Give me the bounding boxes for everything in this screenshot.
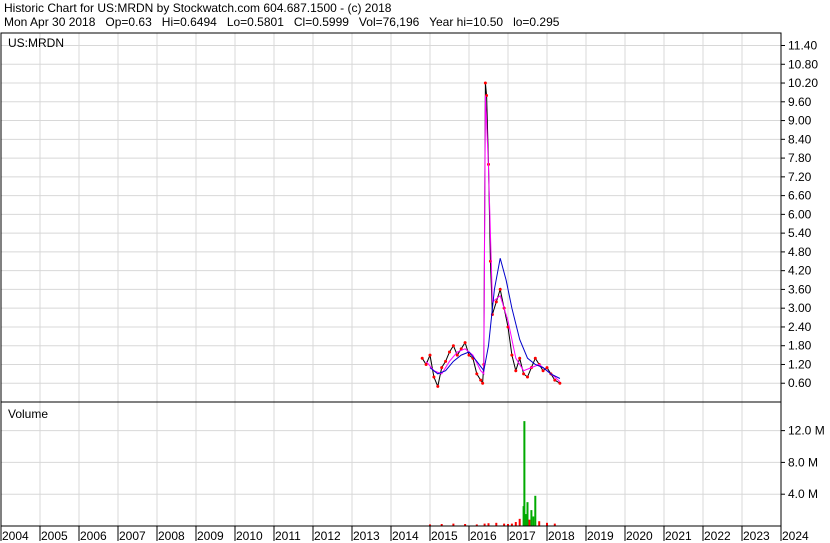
x-tick-label: 2005 — [41, 529, 68, 543]
price-point — [518, 356, 522, 360]
price-point — [558, 381, 562, 385]
x-tick-label: 2012 — [314, 529, 341, 543]
y-tick-label: 9.60 — [788, 95, 812, 109]
price-point — [467, 353, 471, 357]
y-tick-label: 3.60 — [788, 282, 812, 296]
volume-tick-label: 4.0 M — [788, 487, 818, 501]
x-tick-label: 2013 — [353, 529, 380, 543]
x-tick-label: 2020 — [626, 529, 653, 543]
y-tick-label: 1.20 — [788, 357, 812, 371]
price-point — [448, 350, 451, 354]
ma-short-line — [425, 95, 561, 383]
x-tick-label: 2017 — [509, 529, 536, 543]
price-point — [494, 300, 498, 304]
y-tick-label: 5.40 — [788, 226, 812, 240]
y-tick-label: 8.40 — [788, 132, 812, 146]
price-point — [455, 353, 459, 357]
volume-tick-label: 12.0 M — [788, 424, 825, 438]
price-point — [420, 356, 424, 360]
y-tick-label: 3.00 — [788, 301, 812, 315]
price-point — [526, 375, 529, 379]
x-tick-label: 2011 — [275, 529, 301, 543]
price-point — [553, 378, 557, 382]
x-tick-label: 2006 — [80, 529, 107, 543]
stock-chart: US:MRDN Volume 11.40 10.80 10.20 9.60 9.00 8.… — [0, 32, 825, 543]
price-point — [475, 372, 479, 376]
x-tick-label: 2023 — [743, 529, 770, 543]
price-point — [541, 369, 545, 373]
x-tick-label: 2004 — [2, 529, 29, 543]
price-point — [424, 362, 428, 366]
x-tick-label: 2016 — [470, 529, 497, 543]
price-point — [444, 359, 448, 363]
y-tick-label: 1.80 — [788, 339, 812, 353]
x-tick-label: 2009 — [197, 529, 224, 543]
y-tick-label: 10.80 — [788, 57, 818, 71]
volume-y-axis: 12.0 M 8.0 M 4.0 M — [781, 424, 825, 501]
volume-bars — [429, 421, 556, 526]
x-tick-label: 2014 — [392, 529, 419, 543]
volume-tick-label: 8.0 M — [788, 455, 818, 469]
x-tick-label: 2008 — [158, 529, 185, 543]
x-tick-label: 2024 — [782, 529, 809, 543]
price-point — [483, 81, 487, 85]
y-tick-label: 11.40 — [788, 39, 817, 53]
price-point — [510, 353, 514, 357]
x-tick-label: 2018 — [548, 529, 575, 543]
price-point — [545, 366, 549, 370]
y-tick-label: 2.40 — [788, 320, 812, 334]
y-tick-label: 6.00 — [788, 207, 812, 221]
price-point — [498, 287, 502, 291]
volume-label: Volume — [8, 407, 48, 421]
x-tick-label: 2015 — [431, 529, 458, 543]
x-axis: 2004 2005 2006 2007 2008 2009 2010 2011 2012 2013… — [0, 526, 809, 543]
x-tick-label: 2019 — [587, 529, 614, 543]
price-y-axis: 11.40 10.80 10.20 9.60 9.00 8.40 7.80 7.20 6.60 6… — [781, 39, 818, 390]
price-point — [428, 353, 432, 357]
price-point — [481, 381, 485, 385]
y-tick-label: 4.80 — [788, 245, 812, 259]
price-point — [479, 378, 483, 382]
price-point — [432, 375, 436, 379]
price-grid — [1, 33, 781, 402]
y-tick-label: 10.20 — [788, 76, 818, 90]
x-tick-label: 2022 — [704, 529, 731, 543]
price-series — [420, 81, 562, 389]
price-point — [514, 369, 518, 373]
price-point — [436, 384, 440, 388]
price-point — [522, 372, 526, 376]
x-tick-label: 2021 — [665, 529, 692, 543]
ma-long-line — [429, 258, 561, 379]
price-point — [533, 356, 537, 360]
x-tick-label: 2010 — [236, 529, 263, 543]
y-tick-label: 4.20 — [788, 264, 812, 278]
price-point — [463, 341, 467, 345]
price-point — [440, 366, 444, 370]
y-tick-label: 7.20 — [788, 170, 812, 184]
symbol-label: US:MRDN — [8, 36, 64, 50]
y-tick-label: 6.60 — [788, 189, 812, 203]
y-tick-label: 7.80 — [788, 151, 812, 165]
price-line — [421, 82, 561, 389]
x-tick-label: 2007 — [119, 529, 146, 543]
y-tick-label: 0.60 — [788, 376, 812, 390]
volume-grid — [1, 402, 781, 526]
y-tick-label: 9.00 — [788, 114, 812, 128]
price-point — [451, 344, 455, 348]
